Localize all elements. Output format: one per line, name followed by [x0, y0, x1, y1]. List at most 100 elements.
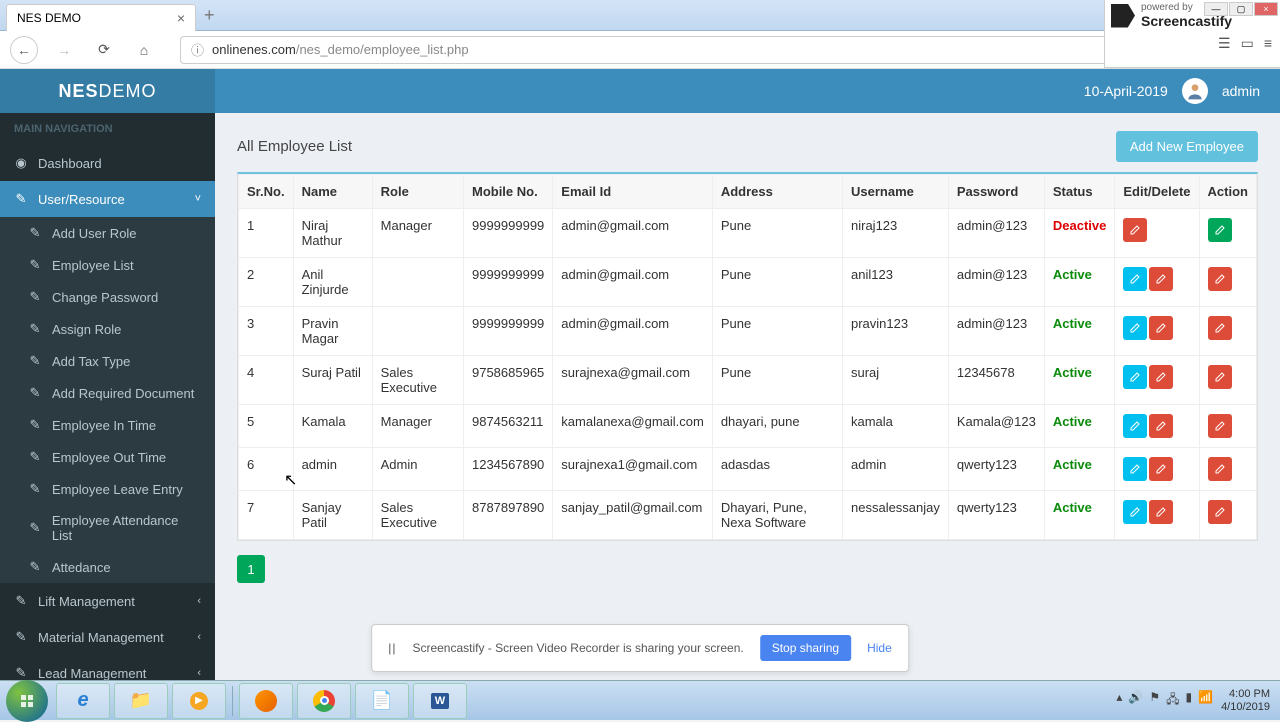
stop-sharing-button[interactable]: Stop sharing — [760, 635, 851, 661]
sidebar-subitem[interactable]: ✎Assign Role — [0, 313, 215, 345]
cell-name: admin — [293, 448, 372, 491]
cell-email: admin@gmail.com — [553, 258, 713, 307]
sidebar-label: Employee List — [52, 258, 134, 273]
edit-button[interactable] — [1123, 414, 1147, 438]
column-header: Username — [843, 175, 949, 209]
sidebar-subitem[interactable]: ✎Employee In Time — [0, 409, 215, 441]
table-row: 5KamalaManager9874563211kamalanexa@gmail… — [239, 405, 1257, 448]
cell-sr: 7 — [239, 491, 294, 540]
sidebar-item-lift[interactable]: ✎ Lift Management ‹ — [0, 583, 215, 619]
taskbar-ie[interactable]: e — [56, 683, 110, 719]
minimize-icon[interactable]: — — [1204, 2, 1228, 16]
delete-button[interactable] — [1149, 316, 1173, 340]
taskbar-chrome[interactable] — [297, 683, 351, 719]
avatar[interactable] — [1182, 78, 1208, 104]
edit-button[interactable] — [1123, 500, 1147, 524]
sidebar-subitem[interactable]: ✎Employee Leave Entry — [0, 473, 215, 505]
sidebar-item-dashboard[interactable]: ◉ Dashboard — [0, 145, 215, 181]
cell-name: Kamala — [293, 405, 372, 448]
sidebar-subitem[interactable]: ✎Employee Out Time — [0, 441, 215, 473]
action-button[interactable] — [1208, 267, 1232, 291]
flag-icon[interactable]: ⚑ — [1149, 690, 1160, 711]
reload-button[interactable]: ⟳ — [90, 36, 118, 64]
action-button[interactable] — [1208, 365, 1232, 389]
sidebar-subitem[interactable]: ✎Add Tax Type — [0, 345, 215, 377]
edit-icon: ✎ — [28, 257, 42, 273]
taskbar-firefox[interactable] — [239, 683, 293, 719]
delete-button[interactable] — [1123, 218, 1147, 242]
column-header: Mobile No. — [463, 175, 552, 209]
taskbar-word[interactable]: W — [413, 683, 467, 719]
sidebar-subitem[interactable]: ✎Change Password — [0, 281, 215, 313]
taskbar-notepad[interactable]: 📄 — [355, 683, 409, 719]
clock[interactable]: 4:00 PM 4/10/2019 — [1221, 688, 1270, 714]
action-button[interactable] — [1208, 218, 1232, 242]
hamburger-icon[interactable]: ≡ — [1264, 35, 1272, 52]
add-employee-button[interactable]: Add New Employee — [1116, 131, 1258, 162]
sidebar-item-user-resource[interactable]: ✎ User/Resource ˅ — [0, 181, 215, 217]
action-button[interactable] — [1208, 414, 1232, 438]
delete-button[interactable] — [1149, 457, 1173, 481]
edit-button[interactable] — [1123, 365, 1147, 389]
reader-icon[interactable]: ▭ — [1241, 35, 1254, 52]
edit-button[interactable] — [1123, 267, 1147, 291]
cell-status: Active — [1044, 448, 1114, 491]
back-button[interactable]: ← — [10, 36, 38, 64]
new-tab-button[interactable]: + — [204, 5, 215, 26]
taskbar-explorer[interactable]: 📁 — [114, 683, 168, 719]
cell-role — [372, 258, 463, 307]
home-button[interactable]: ⌂ — [130, 36, 158, 64]
address-bar[interactable]: ⓘ onlinenes.com/nes_demo/employee_list.p… — [180, 36, 1154, 64]
battery-icon[interactable]: ▮ — [1186, 690, 1193, 711]
cell-password: admin@123 — [948, 258, 1044, 307]
cell-password: Kamala@123 — [948, 405, 1044, 448]
tray-arrow-icon[interactable]: ▴ — [1116, 690, 1122, 711]
hide-button[interactable]: Hide — [867, 641, 892, 655]
cell-status: Active — [1044, 307, 1114, 356]
start-button[interactable] — [6, 680, 48, 722]
sidebar-subitem[interactable]: ✎Attedance — [0, 551, 215, 583]
action-button[interactable] — [1208, 457, 1232, 481]
url-domain: onlinenes.com — [212, 42, 296, 57]
sidebar-subitem[interactable]: ✎ Employee List — [0, 249, 215, 281]
action-button[interactable] — [1208, 500, 1232, 524]
sidebar-subitem[interactable]: ✎Employee Attendance List — [0, 505, 215, 551]
logo-bold: NES — [58, 81, 98, 101]
sidebar-item-lead[interactable]: ✎ Lead Management ‹ — [0, 655, 215, 680]
sidebar-subitem[interactable]: ✎Add User Role — [0, 217, 215, 249]
delete-button[interactable] — [1149, 267, 1173, 291]
edit-icon: ✎ — [28, 353, 42, 369]
edit-button[interactable] — [1123, 457, 1147, 481]
cell-editdelete — [1115, 209, 1199, 258]
table-row: 6adminAdmin1234567890surajnexa1@gmail.co… — [239, 448, 1257, 491]
close-icon[interactable]: × — [1254, 2, 1278, 16]
sidebar-subitem[interactable]: ✎Add Required Document — [0, 377, 215, 409]
cell-role: Sales Executive — [372, 491, 463, 540]
forward-button[interactable]: → — [50, 36, 78, 64]
volume-icon[interactable]: 🔊 — [1128, 690, 1143, 711]
header-date: 10-April-2019 — [1084, 83, 1168, 99]
browser-tab[interactable]: NES DEMO × — [6, 4, 196, 31]
wifi-icon[interactable]: 📶 — [1198, 690, 1213, 711]
system-tray: ▴ 🔊 ⚑ 🖧 ▮ 📶 4:00 PM 4/10/2019 — [1116, 688, 1280, 714]
cell-role: Sales Executive — [372, 356, 463, 405]
taskbar-mediaplayer[interactable]: ▶ — [172, 683, 226, 719]
employee-table: Sr.No.NameRoleMobile No.Email IdAddressU… — [237, 172, 1258, 541]
delete-button[interactable] — [1149, 414, 1173, 438]
sidebar-item-material[interactable]: ✎ Material Management ‹ — [0, 619, 215, 655]
maximize-icon[interactable]: ▢ — [1229, 2, 1253, 16]
page-1-button[interactable]: 1 — [237, 555, 265, 583]
network-icon[interactable]: 🖧 — [1166, 690, 1179, 711]
app-logo[interactable]: NESDEMO — [0, 69, 215, 113]
edit-button[interactable] — [1123, 316, 1147, 340]
delete-button[interactable] — [1149, 365, 1173, 389]
table-row: 3Pravin Magar9999999999admin@gmail.comPu… — [239, 307, 1257, 356]
edit-icon: ✎ — [28, 225, 42, 241]
delete-button[interactable] — [1149, 500, 1173, 524]
sidebar-label: Assign Role — [52, 322, 121, 337]
edit-icon: ✎ — [14, 593, 28, 609]
header-username[interactable]: admin — [1222, 83, 1260, 99]
action-button[interactable] — [1208, 316, 1232, 340]
sidebar-icon[interactable]: ☰ — [1218, 35, 1231, 52]
close-icon[interactable]: × — [177, 10, 185, 26]
